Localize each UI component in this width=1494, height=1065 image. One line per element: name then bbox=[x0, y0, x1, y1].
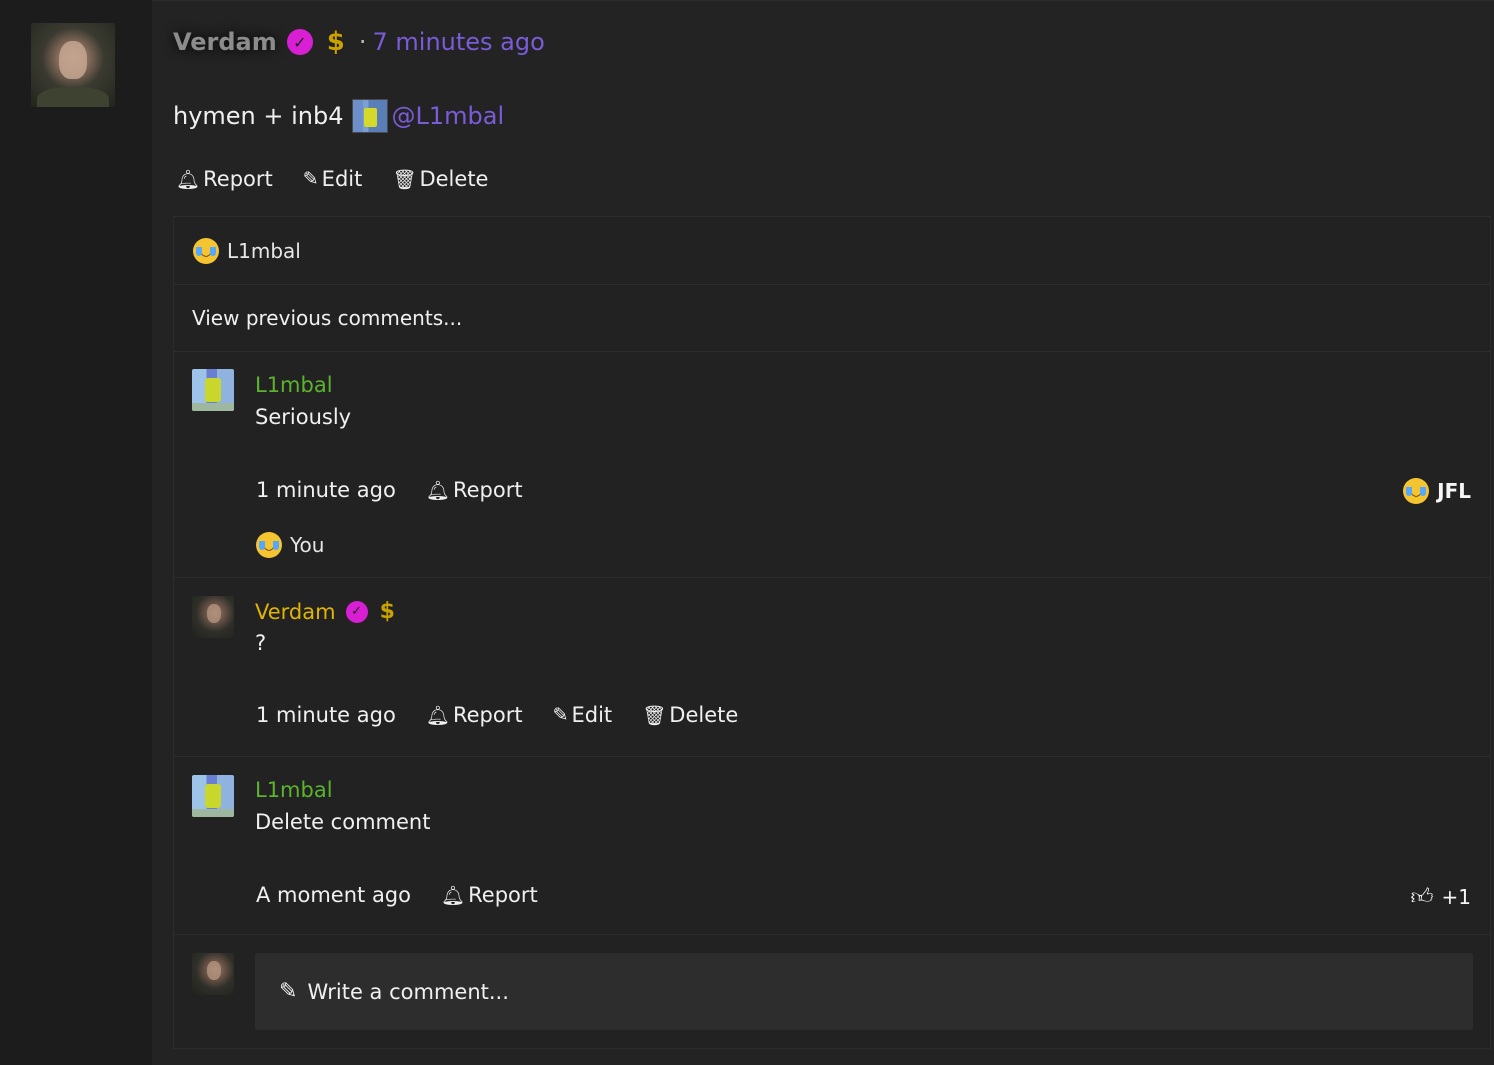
comment-time[interactable]: 1 minute ago bbox=[256, 703, 396, 727]
current-user-avatar bbox=[192, 953, 234, 995]
write-comment-placeholder: Write a comment... bbox=[307, 979, 509, 1004]
comment-text: ? bbox=[255, 631, 267, 655]
comment-item: L1mbal Delete comment A moment ago 🔔︎ Re… bbox=[174, 757, 1490, 935]
pencil-icon: ✎ bbox=[279, 979, 298, 1004]
post-header: Verdam ✓ $ · 7 minutes ago bbox=[173, 24, 545, 60]
report-label: Report bbox=[203, 167, 273, 191]
view-previous-comments-link[interactable]: View previous comments... bbox=[174, 285, 1490, 352]
check-circle-icon: ✓ bbox=[345, 600, 368, 623]
comment-text: Seriously bbox=[255, 405, 352, 429]
comment-author-name[interactable]: Verdam bbox=[255, 600, 336, 624]
dollar-icon: $ bbox=[379, 599, 395, 624]
comment-text: Delete comment bbox=[255, 810, 431, 834]
comment-delete-button[interactable]: 🗑︎ Delete bbox=[642, 703, 738, 727]
post-author-name[interactable]: Verdam bbox=[173, 28, 277, 56]
mention-link[interactable]: @L1mbal bbox=[392, 102, 505, 130]
post-author-avatar[interactable] bbox=[31, 23, 115, 107]
comment-author-avatar[interactable] bbox=[192, 596, 234, 638]
write-comment-row: ✎ Write a comment... bbox=[174, 935, 1490, 1049]
post-report-button[interactable]: 🔔︎ Report bbox=[176, 167, 273, 191]
post-text: hymen + inb4 bbox=[173, 102, 344, 130]
comment-reactions-row[interactable]: ◡ You bbox=[256, 532, 324, 558]
comment-time[interactable]: 1 minute ago bbox=[256, 478, 396, 502]
post-reactions-row[interactable]: ◡ L1mbal bbox=[174, 217, 1490, 285]
reaction-label: JFL bbox=[1437, 479, 1471, 503]
comment-time[interactable]: A moment ago bbox=[256, 883, 411, 907]
comment-like-button[interactable]: 👍︎ +1 bbox=[1410, 883, 1471, 911]
crying-laughing-emoji-icon: ◡ bbox=[193, 237, 219, 264]
edit-label: Edit bbox=[321, 167, 363, 191]
comment-report-button[interactable]: 🔔︎ Report bbox=[426, 703, 523, 727]
bell-icon: 🔔︎ bbox=[441, 884, 466, 907]
report-label: Report bbox=[468, 883, 538, 907]
comment-report-button[interactable]: 🔔︎ Report bbox=[441, 883, 538, 907]
dollar-icon: $ bbox=[326, 27, 345, 57]
post-edit-button[interactable]: ✎ Edit bbox=[303, 167, 363, 191]
edit-label: Edit bbox=[571, 703, 613, 727]
report-label: Report bbox=[452, 703, 523, 727]
bell-icon: 🔔︎ bbox=[425, 704, 450, 727]
comment-author-avatar[interactable] bbox=[192, 775, 234, 817]
post-actions: 🔔︎ Report ✎ Edit 🗑︎ Delete bbox=[176, 162, 518, 196]
separator-dot: · bbox=[358, 28, 367, 56]
mention-avatar-thumbnail bbox=[351, 99, 388, 133]
report-label: Report bbox=[452, 478, 523, 502]
bell-icon: 🔔︎ bbox=[176, 168, 201, 191]
post-delete-button[interactable]: 🗑︎ Delete bbox=[392, 167, 488, 191]
pencil-icon: ✎ bbox=[552, 704, 569, 726]
trash-icon: 🗑︎ bbox=[392, 168, 417, 191]
delete-label: Delete bbox=[669, 703, 739, 727]
comment-author-avatar[interactable] bbox=[192, 369, 234, 411]
crying-laughing-emoji-icon: ◡ bbox=[1403, 478, 1430, 504]
comment-meta: 1 minute ago 🔔︎ Report ✎ Edit 🗑︎ Delete bbox=[256, 703, 768, 727]
reactor-name: You bbox=[290, 533, 325, 557]
comment-author-name[interactable]: L1mbal bbox=[255, 373, 333, 397]
post-timestamp-link[interactable]: 7 minutes ago bbox=[373, 28, 545, 56]
reactor-name: L1mbal bbox=[227, 238, 301, 263]
comment-item: L1mbal Seriously 1 minute ago 🔔︎ Report … bbox=[174, 352, 1490, 578]
delete-label: Delete bbox=[419, 167, 489, 191]
comment-item: Verdam ✓ $ ? 1 minute ago 🔔︎ Report ✎ Ed… bbox=[174, 578, 1490, 757]
pencil-icon: ✎ bbox=[302, 168, 319, 190]
comment-edit-button[interactable]: ✎ Edit bbox=[553, 703, 613, 727]
comment-reaction-summary[interactable]: ◡ JFL bbox=[1403, 478, 1471, 504]
post-body: hymen + inb4 @L1mbal bbox=[173, 98, 504, 134]
crying-laughing-emoji-icon: ◡ bbox=[256, 532, 282, 558]
check-circle-icon: ✓ bbox=[286, 29, 313, 55]
thumbs-up-icon: 👍︎ bbox=[1410, 885, 1434, 910]
comment-meta: 1 minute ago 🔔︎ Report bbox=[256, 478, 553, 502]
like-count: +1 bbox=[1441, 884, 1471, 909]
write-comment-input[interactable]: ✎ Write a comment... bbox=[255, 953, 1473, 1030]
comments-section: ◡ L1mbal View previous comments... L1mba… bbox=[173, 216, 1491, 1049]
comment-meta: A moment ago 🔔︎ Report bbox=[256, 883, 568, 907]
trash-icon: 🗑︎ bbox=[642, 704, 667, 727]
comment-report-button[interactable]: 🔔︎ Report bbox=[426, 478, 523, 502]
bell-icon: 🔔︎ bbox=[425, 479, 450, 502]
comment-author-name-row: Verdam ✓ $ bbox=[255, 599, 395, 624]
comment-author-name[interactable]: L1mbal bbox=[255, 778, 333, 802]
left-column bbox=[0, 0, 152, 1065]
